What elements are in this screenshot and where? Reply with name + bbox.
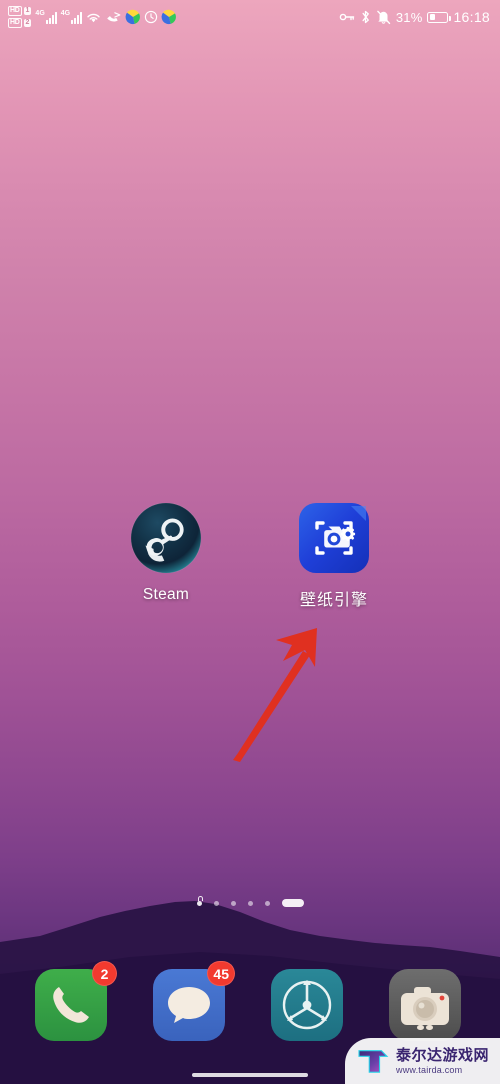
camera-icon xyxy=(387,967,463,1043)
steam-icon xyxy=(130,502,202,574)
t-logo-icon xyxy=(358,1050,389,1073)
network-type-label-2: 4G xyxy=(60,10,71,17)
page-dot[interactable] xyxy=(264,900,270,906)
page-dot[interactable] xyxy=(213,900,219,906)
app-label-steam: Steam xyxy=(142,586,190,603)
hd-voice-icon: HD xyxy=(8,6,22,16)
watermark-site-name: 泰尔达游戏网 xyxy=(396,1046,490,1064)
page-dot-home[interactable] xyxy=(196,895,203,906)
battery-percent-label: 31% xyxy=(395,9,423,25)
signal-group-2: 4G xyxy=(60,10,83,24)
page-indicator-pill[interactable] xyxy=(281,899,304,907)
battery-icon xyxy=(427,11,451,23)
color-app-icon xyxy=(125,9,141,25)
bluetooth-icon xyxy=(362,10,369,24)
app-icon-steam[interactable]: Steam xyxy=(107,502,225,610)
dock-item-messages[interactable]: 45 xyxy=(151,961,235,1047)
status-bar-clock: 16:18 xyxy=(453,9,490,25)
app-icon-wallpaper-engine[interactable]: 壁纸引擎 xyxy=(275,503,393,610)
vpn-key-icon xyxy=(339,13,355,21)
sim1-row: HD 1 xyxy=(8,6,32,16)
wallpaper-engine-icon xyxy=(299,503,369,573)
status-bar: HD 1 HD 2 4G 4G 31% 16:18 xyxy=(0,0,500,34)
badge-phone: 2 xyxy=(92,961,117,986)
network-type-label-1: 4G xyxy=(35,10,45,17)
app-grid: Steam 壁纸引擎 xyxy=(0,502,500,610)
page-dot[interactable] xyxy=(247,900,253,906)
browser-icon xyxy=(269,967,345,1043)
hd-voice-icon-2: HD xyxy=(8,18,22,28)
page-indicator xyxy=(0,895,500,907)
signal-bars-icon-2 xyxy=(71,11,83,24)
signal-group-1: 4G xyxy=(35,10,57,24)
call-forward-icon xyxy=(107,12,121,22)
photos-icon xyxy=(161,9,177,25)
dock-item-browser[interactable] xyxy=(269,967,349,1047)
signal-bars-icon-1 xyxy=(45,11,57,24)
dual-sim-indicator: HD 1 HD 2 xyxy=(8,6,32,28)
app-label-wallpaper-engine: 壁纸引擎 xyxy=(299,592,368,609)
dock-item-camera[interactable] xyxy=(387,967,467,1047)
status-bar-left: HD 1 HD 2 4G 4G xyxy=(8,6,177,28)
page-dot[interactable] xyxy=(230,900,236,906)
watermark-url: www.tairda.com xyxy=(396,1064,463,1075)
sim2-number: 2 xyxy=(23,19,32,27)
dock-item-phone[interactable]: 2 xyxy=(33,961,117,1047)
watermark-text: 泰尔达游戏网 www.tairda.com xyxy=(396,1048,489,1075)
sim1-number: 1 xyxy=(23,7,32,15)
home-indicator[interactable] xyxy=(192,1073,308,1077)
clock-icon xyxy=(144,10,158,24)
wifi-icon xyxy=(87,13,100,23)
bell-muted-icon xyxy=(377,10,391,25)
watermark: 泰尔达游戏网 www.tairda.com xyxy=(345,1038,500,1084)
badge-messages: 45 xyxy=(207,961,235,986)
sim2-row: HD 2 xyxy=(8,18,32,28)
status-bar-right: 31% 16:18 xyxy=(339,9,490,25)
